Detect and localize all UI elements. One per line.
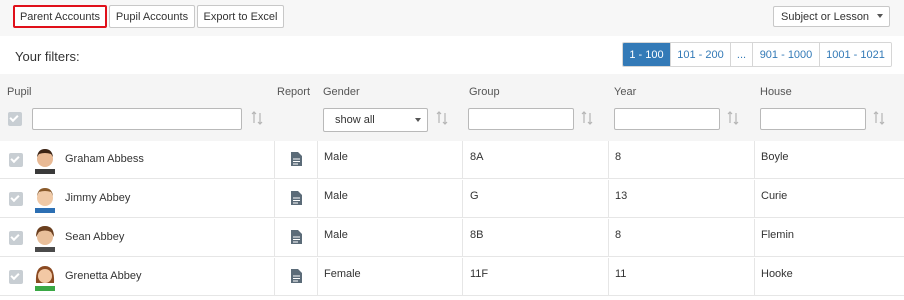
report-cell	[274, 180, 317, 218]
house-value: Boyle	[761, 151, 789, 163]
year-cell: 11	[608, 258, 754, 296]
pupil-name[interactable]: Grenetta Abbey	[65, 270, 141, 282]
pupil-filter-input[interactable]	[32, 108, 242, 130]
avatar	[35, 226, 55, 252]
sort-gender-icon[interactable]	[436, 111, 448, 125]
house-value: Hooke	[761, 268, 793, 280]
column-report: Report	[277, 86, 311, 98]
page-901-1000[interactable]: 901 - 1000	[752, 43, 819, 66]
page-101-200[interactable]: 101 - 200	[670, 43, 730, 66]
house-filter-input[interactable]	[760, 108, 866, 130]
year-value: 13	[615, 190, 628, 202]
check-icon	[9, 112, 19, 123]
column-year: Year	[614, 86, 637, 98]
subject-select-label: Subject or Lesson	[781, 10, 870, 23]
column-group: Group	[469, 86, 500, 98]
pupil-name[interactable]: Graham Abbess	[65, 153, 144, 165]
pupil-accounts-button[interactable]: Pupil Accounts	[109, 5, 195, 28]
pagination: 1 - 100 101 - 200 ... 901 - 1000 1001 - …	[622, 42, 892, 67]
pupil-name[interactable]: Sean Abbey	[65, 231, 124, 243]
check-icon	[10, 153, 20, 164]
check-icon	[10, 231, 20, 242]
column-gender: Gender	[323, 86, 360, 98]
house-cell: Flemin	[754, 219, 904, 257]
chevron-down-icon	[415, 118, 421, 122]
group-cell: 11F	[462, 258, 608, 296]
report-icon[interactable]	[291, 191, 302, 205]
group-cell: 8A	[462, 141, 608, 179]
report-cell	[274, 219, 317, 257]
avatar	[35, 188, 55, 213]
sort-group-icon[interactable]	[581, 111, 593, 125]
filters-label: Your filters:	[15, 49, 80, 64]
house-cell: Hooke	[754, 258, 904, 296]
house-value: Curie	[761, 190, 788, 202]
row-checkbox[interactable]	[9, 153, 23, 167]
table-row[interactable]: Graham Abbess Male 8A 8 Boyle	[0, 141, 904, 179]
year-cell: 13	[608, 180, 754, 218]
avatar	[35, 149, 55, 174]
report-icon[interactable]	[291, 269, 302, 283]
report-icon[interactable]	[291, 152, 302, 166]
toolbar: Parent Accounts Pupil Accounts Export to…	[0, 0, 904, 36]
gender-value: Male	[324, 229, 348, 241]
pupil-name[interactable]: Jimmy Abbey	[65, 192, 130, 204]
table-row[interactable]: Jimmy Abbey Male G 13 Curie	[0, 180, 904, 218]
gender-cell: Male	[317, 141, 462, 179]
year-value: 8	[615, 229, 622, 241]
report-cell	[274, 258, 317, 296]
year-filter-input[interactable]	[614, 108, 720, 130]
report-cell	[274, 141, 317, 179]
check-icon	[10, 192, 20, 203]
report-icon[interactable]	[291, 230, 302, 244]
group-value: 8B	[470, 229, 484, 241]
chevron-down-icon	[877, 14, 883, 18]
page-ellipsis[interactable]: ...	[730, 43, 752, 66]
page-1001-1021[interactable]: 1001 - 1021	[819, 43, 891, 66]
filters-bar: Your filters: 1 - 100 101 - 200 ... 901 …	[0, 36, 904, 74]
group-cell: G	[462, 180, 608, 218]
avatar	[35, 266, 55, 291]
gender-value: Male	[324, 190, 348, 202]
house-cell: Boyle	[754, 141, 904, 179]
sort-house-icon[interactable]	[873, 111, 885, 125]
table-row[interactable]: Grenetta Abbey Female 11F 11 Hooke	[0, 258, 904, 296]
gender-cell: Male	[317, 180, 462, 218]
table-row[interactable]: Sean Abbey Male 8B 8 Flemin	[0, 219, 904, 257]
sort-year-icon[interactable]	[727, 111, 739, 125]
subject-lesson-select[interactable]: Subject or Lesson	[773, 6, 890, 27]
row-checkbox[interactable]	[9, 192, 23, 206]
parent-accounts-button[interactable]: Parent Accounts	[13, 5, 107, 28]
table-header: Pupil Report Gender Group Year House sho…	[0, 74, 904, 142]
year-value: 11	[615, 268, 627, 280]
export-excel-button[interactable]: Export to Excel	[197, 5, 284, 28]
house-cell: Curie	[754, 180, 904, 218]
group-value: 8A	[470, 151, 484, 163]
year-value: 8	[615, 151, 622, 163]
gender-filter-select[interactable]: show all	[323, 108, 428, 132]
check-icon	[10, 270, 20, 281]
column-pupil: Pupil	[7, 86, 32, 98]
gender-value: Male	[324, 151, 348, 163]
row-checkbox[interactable]	[9, 231, 23, 245]
sort-pupil-icon[interactable]	[251, 111, 263, 125]
group-filter-input[interactable]	[468, 108, 574, 130]
group-value: 11F	[470, 268, 489, 280]
house-value: Flemin	[761, 229, 795, 241]
column-house: House	[760, 86, 792, 98]
page-1-100[interactable]: 1 - 100	[623, 43, 670, 66]
year-cell: 8	[608, 219, 754, 257]
gender-cell: Female	[317, 258, 462, 296]
row-checkbox[interactable]	[9, 270, 23, 284]
gender-value: Female	[324, 268, 361, 280]
select-all-checkbox[interactable]	[8, 112, 22, 126]
gender-filter-value: show all	[335, 114, 375, 126]
gender-cell: Male	[317, 219, 462, 257]
year-cell: 8	[608, 141, 754, 179]
group-value: G	[470, 190, 479, 202]
group-cell: 8B	[462, 219, 608, 257]
